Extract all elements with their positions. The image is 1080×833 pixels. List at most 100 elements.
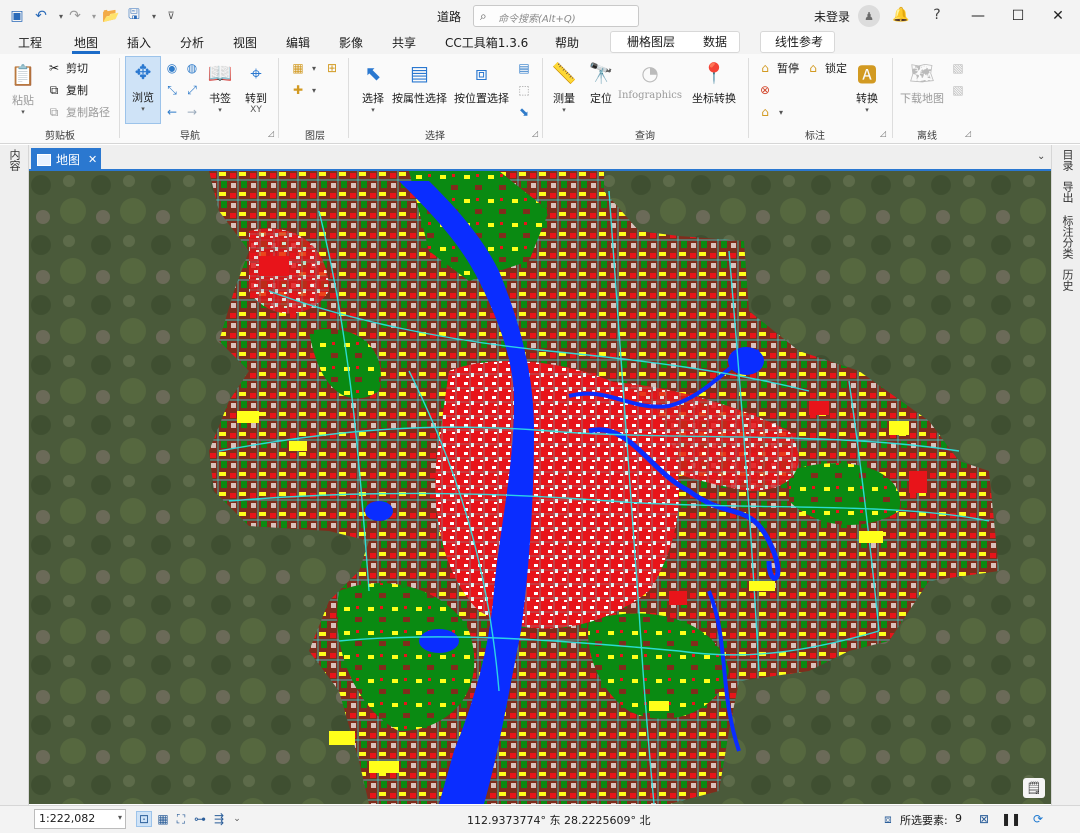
- basemap-icon[interactable]: ▦: [290, 60, 306, 76]
- measure-button[interactable]: 📏 测量 ▾: [549, 58, 579, 114]
- convert-labels-button[interactable]: 🅰 转换 ▾: [852, 58, 882, 115]
- tab-analysis[interactable]: 分析: [178, 34, 206, 54]
- catalog-pane-tab[interactable]: 目录: [1059, 149, 1075, 171]
- tab-imagery[interactable]: 影像: [337, 34, 365, 54]
- explore-button[interactable]: ✥ 浏览 ▾: [125, 56, 161, 124]
- bookmarks-button[interactable]: 📖 书签 ▾: [205, 58, 235, 114]
- chevron-down-icon[interactable]: ▾: [773, 104, 789, 120]
- forward-arrow-icon[interactable]: →: [184, 104, 200, 120]
- contents-pane-tab[interactable]: 内容: [6, 149, 22, 171]
- select-button[interactable]: ⬉ 选择 ▾: [358, 58, 388, 114]
- full-extent-icon[interactable]: ◉: [164, 60, 180, 76]
- help-icon[interactable]: ?: [928, 6, 946, 24]
- pause-labeling-button[interactable]: ⌂ 暂停: [757, 58, 799, 78]
- select-by-location-button[interactable]: ⧈ 按位置选择: [454, 58, 509, 106]
- lock-labeling-button[interactable]: ⌂ 锁定: [805, 58, 847, 78]
- offline-dialog-launcher-icon[interactable]: ◿: [965, 129, 971, 138]
- tab-cc-toolbox[interactable]: CC工具箱1.3.6: [443, 34, 530, 54]
- tab-map[interactable]: 地图: [72, 34, 101, 54]
- back-arrow-icon[interactable]: ←: [164, 104, 180, 120]
- sign-in-status[interactable]: 未登录: [814, 8, 850, 25]
- notification-bell-icon[interactable]: 🔔: [892, 6, 910, 24]
- copy-path-button[interactable]: ⧉ 复制路径: [46, 102, 110, 122]
- pause-drawing-icon[interactable]: ⊶: [192, 811, 208, 827]
- cut-button[interactable]: ✂ 剪切: [46, 58, 88, 78]
- export-pane-tab[interactable]: 导出: [1059, 181, 1075, 203]
- select-by-location-label: 按位置选择: [454, 92, 509, 105]
- tab-insert[interactable]: 插入: [125, 34, 153, 54]
- fixed-zoom-out-icon[interactable]: ⤢: [184, 82, 200, 98]
- download-map-button[interactable]: 🗺 下载地图: [900, 58, 944, 106]
- tab-view[interactable]: 视图: [231, 34, 259, 54]
- clear-selection-icon[interactable]: ⬚: [516, 82, 532, 98]
- save-dropdown-icon[interactable]: ▾: [145, 7, 163, 25]
- close-icon[interactable]: ✕: [88, 153, 97, 166]
- explore-pan-icon: ✥: [134, 60, 152, 84]
- add-data-icon[interactable]: ⊞: [324, 60, 340, 76]
- grid-icon[interactable]: ▦: [155, 811, 171, 827]
- zoom-to-selection-icon[interactable]: ⬊: [516, 104, 532, 120]
- close-window-button[interactable]: ✕: [1038, 0, 1078, 32]
- history-pane-tab[interactable]: 历史: [1059, 269, 1075, 291]
- infographics-button[interactable]: ◔ Infographics: [618, 58, 682, 101]
- map-scale-selector[interactable]: 1:222,082 ▾: [34, 809, 126, 829]
- select-by-attribute-button[interactable]: ▤ 按属性选择: [392, 58, 447, 106]
- user-avatar-icon[interactable]: ♟: [858, 5, 880, 27]
- fixed-scale-icon[interactable]: ⊡: [136, 811, 152, 827]
- pause-label: 暂停: [777, 62, 799, 75]
- tab-help[interactable]: 帮助: [553, 34, 581, 54]
- unplaced-labels-icon[interactable]: ⊗: [757, 82, 773, 98]
- pause-icon[interactable]: ❚❚: [1001, 811, 1021, 827]
- navigate-dialog-launcher-icon[interactable]: ◿: [268, 129, 274, 138]
- clear-selection-icon[interactable]: ⊠: [976, 811, 992, 827]
- chevron-down-icon[interactable]: ⌄: [229, 811, 245, 827]
- tab-data[interactable]: 数据: [701, 33, 729, 53]
- label-class-pane-tab[interactable]: 标注分类: [1059, 215, 1075, 259]
- sync-icon[interactable]: ▧: [950, 60, 966, 76]
- refresh-icon[interactable]: ⟳: [1030, 811, 1046, 827]
- previous-extent-globe-icon[interactable]: ◍: [184, 60, 200, 76]
- chevron-down-icon[interactable]: ▾: [306, 82, 322, 98]
- land-use-map[interactable]: [29, 171, 1051, 804]
- labeling-dialog-launcher-icon[interactable]: ◿: [880, 129, 886, 138]
- fixed-zoom-in-icon[interactable]: ⤡: [164, 82, 180, 98]
- tab-project[interactable]: 工程: [16, 34, 44, 54]
- tab-linear-referencing[interactable]: 线性参考: [773, 33, 825, 53]
- chevron-down-icon: ▾: [141, 105, 145, 113]
- group-divider: [348, 58, 349, 138]
- selection-dialog-launcher-icon[interactable]: ◿: [532, 129, 538, 138]
- chevron-down-icon[interactable]: ⌄: [1037, 151, 1045, 162]
- undo-icon[interactable]: ↶: [32, 7, 50, 25]
- tab-edit[interactable]: 编辑: [284, 34, 312, 54]
- redo-dropdown-icon[interactable]: ▾: [85, 7, 103, 25]
- map-view-tab[interactable]: 地图 ✕: [31, 148, 101, 171]
- bookmarks-label: 书签: [209, 92, 231, 105]
- ribbon: 📋 粘贴 ▾ ✂ 剪切 ⧉ 复制 ⧉ 复制路径 剪贴板 ✥ 浏览 ▾ ◉ ◍ ⤡…: [0, 54, 1080, 144]
- maximize-button[interactable]: ☐: [998, 0, 1038, 32]
- add-layer-icon[interactable]: ✚: [290, 82, 306, 98]
- customize-toolbar-icon[interactable]: ⊽: [162, 7, 180, 25]
- download-map-icon: 🗺: [909, 61, 935, 85]
- map-canvas[interactable]: 🗒: [29, 171, 1051, 804]
- save-icon[interactable]: 🖫: [125, 7, 143, 25]
- coordinate-conversion-button[interactable]: 📍 坐标转换: [692, 58, 736, 106]
- paste-button[interactable]: 📋 粘贴 ▾: [8, 60, 38, 116]
- copy-button[interactable]: ⧉ 复制: [46, 80, 88, 100]
- notes-icon[interactable]: 🗒: [1023, 778, 1045, 798]
- go-to-xy-button[interactable]: ⌖ 转到 XY: [241, 58, 271, 115]
- command-search-input[interactable]: ⌕ 命令搜索(Alt+Q): [473, 5, 639, 27]
- refresh-direction-icon[interactable]: ⇶: [211, 811, 227, 827]
- tab-raster-layer[interactable]: 栅格图层: [625, 33, 677, 53]
- chevron-down-icon[interactable]: ▾: [306, 60, 322, 76]
- remove-offline-icon[interactable]: ▧: [950, 82, 966, 98]
- snapping-icon[interactable]: ⛶: [173, 811, 189, 827]
- explore-label: 浏览: [132, 91, 154, 104]
- chevron-down-icon: ▾: [562, 106, 566, 114]
- locate-button[interactable]: 🔭 定位: [586, 58, 616, 106]
- minimize-button[interactable]: —: [958, 0, 998, 32]
- attributes-icon[interactable]: ▤: [516, 60, 532, 76]
- label-options-icon[interactable]: ⌂: [757, 104, 773, 120]
- redo-icon[interactable]: ↷: [66, 7, 84, 25]
- tab-share[interactable]: 共享: [390, 34, 418, 54]
- open-project-icon[interactable]: 📂: [102, 7, 120, 25]
